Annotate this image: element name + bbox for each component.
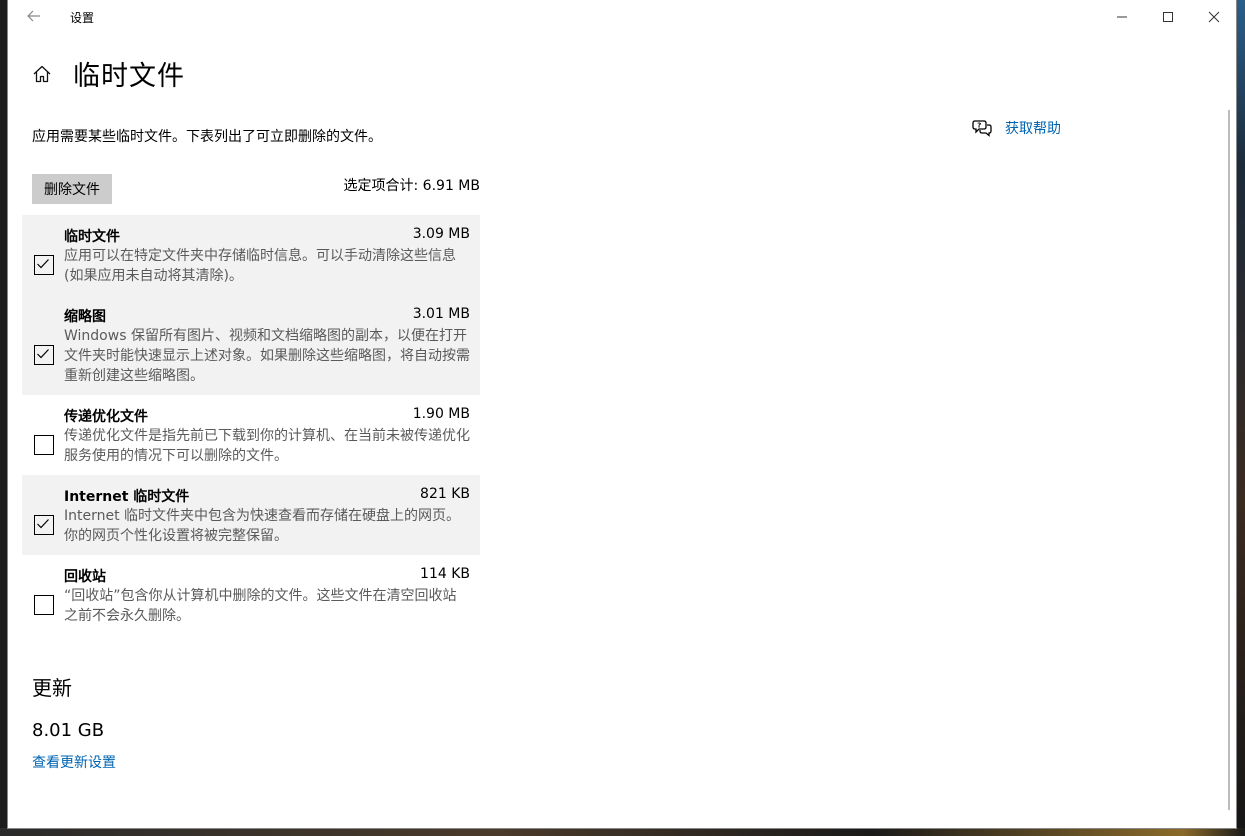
item-size: 3.01 MB: [412, 306, 470, 322]
chat-help-icon: ?: [972, 120, 992, 137]
checkbox-temporary-files[interactable]: [34, 255, 54, 275]
window-title: 设置: [70, 11, 95, 25]
svg-text:?: ?: [977, 122, 981, 130]
item-size: 1.90 MB: [412, 406, 470, 422]
list-item-internet-temp-files[interactable]: Internet 临时文件 821 KB Internet 临时文件夹中包含为快…: [22, 475, 480, 555]
checkbox-recycle-bin[interactable]: [34, 595, 54, 615]
item-description: Internet 临时文件夹中包含为快速查看而存储在硬盘上的网页。你的网页个性化…: [64, 508, 461, 544]
checkbox-internet-temp-files[interactable]: [34, 515, 54, 535]
list-item-temporary-files[interactable]: 临时文件 3.09 MB 应用可以在特定文件夹中存储临时信息。可以手动清除这些信…: [22, 215, 480, 295]
minimize-button[interactable]: [1099, 0, 1145, 34]
checkmark-icon: [37, 519, 49, 529]
settings-window: 设置 临时文件 应用需要某些临时文件。下表列出了可立即删除的文件。 ? 获取帮助…: [8, 0, 1236, 828]
desktop-background-bottom: [0, 828, 1245, 836]
item-name: 临时文件: [64, 229, 120, 245]
item-name: 回收站: [64, 569, 106, 585]
item-size: 3.09 MB: [412, 226, 470, 242]
maximize-icon: [1163, 12, 1173, 22]
minimize-icon: [1117, 16, 1127, 18]
desktop-background-right: [1236, 0, 1245, 836]
item-name: Internet 临时文件: [64, 489, 190, 505]
maximize-button[interactable]: [1145, 0, 1191, 34]
checkmark-icon: [37, 259, 49, 269]
item-name: 传递优化文件: [64, 409, 148, 425]
checkbox-delivery-optimization[interactable]: [34, 435, 54, 455]
item-size: 114 KB: [420, 566, 470, 582]
scrollbar[interactable]: [1228, 40, 1232, 820]
title-bar: 设置: [8, 0, 1236, 34]
checkmark-icon: [37, 349, 49, 359]
item-description: Windows 保留所有图片、视频和文档缩略图的副本，以便在打开文件夹时能快速显…: [64, 328, 470, 384]
page-description: 应用需要某些临时文件。下表列出了可立即删除的文件。: [32, 129, 382, 145]
desktop-background-left: [0, 0, 8, 836]
scroll-thumb[interactable]: [1228, 110, 1230, 810]
update-settings-link[interactable]: 查看更新设置: [32, 752, 116, 772]
item-description: “回收站”包含你从计算机中删除的文件。这些文件在清空回收站之前不会永久删除。: [64, 588, 457, 624]
item-size: 821 KB: [420, 486, 470, 502]
get-help-label: 获取帮助: [1005, 121, 1061, 137]
item-name: 缩略图: [64, 309, 106, 325]
list-item-thumbnails[interactable]: 缩略图 3.01 MB Windows 保留所有图片、视频和文档缩略图的副本，以…: [22, 295, 480, 395]
close-button[interactable]: [1191, 0, 1237, 34]
home-icon[interactable]: [32, 64, 52, 84]
selected-total: 选定项合计: 6.91 MB: [343, 178, 480, 194]
item-description: 应用可以在特定文件夹中存储临时信息。可以手动清除这些信息(如果应用未自动将其清除…: [64, 248, 456, 284]
item-description: 传递优化文件是指先前已下载到你的计算机、在当前未被传递优化服务使用的情况下可以删…: [64, 428, 470, 464]
list-item-delivery-optimization[interactable]: 传递优化文件 1.90 MB 传递优化文件是指先前已下载到你的计算机、在当前未被…: [22, 395, 480, 475]
page-title: 临时文件: [73, 61, 185, 92]
updates-size: 8.01 GB: [32, 720, 105, 741]
back-arrow-icon: [27, 10, 40, 22]
close-icon: [1208, 11, 1220, 23]
back-button[interactable]: [22, 6, 46, 28]
list-item-recycle-bin[interactable]: 回收站 114 KB “回收站”包含你从计算机中删除的文件。这些文件在清空回收站…: [22, 555, 480, 635]
temp-file-list: 临时文件 3.09 MB 应用可以在特定文件夹中存储临时信息。可以手动清除这些信…: [22, 215, 480, 635]
updates-heading: 更新: [32, 676, 72, 700]
checkbox-thumbnails[interactable]: [34, 345, 54, 365]
delete-files-button[interactable]: 删除文件: [32, 174, 112, 204]
